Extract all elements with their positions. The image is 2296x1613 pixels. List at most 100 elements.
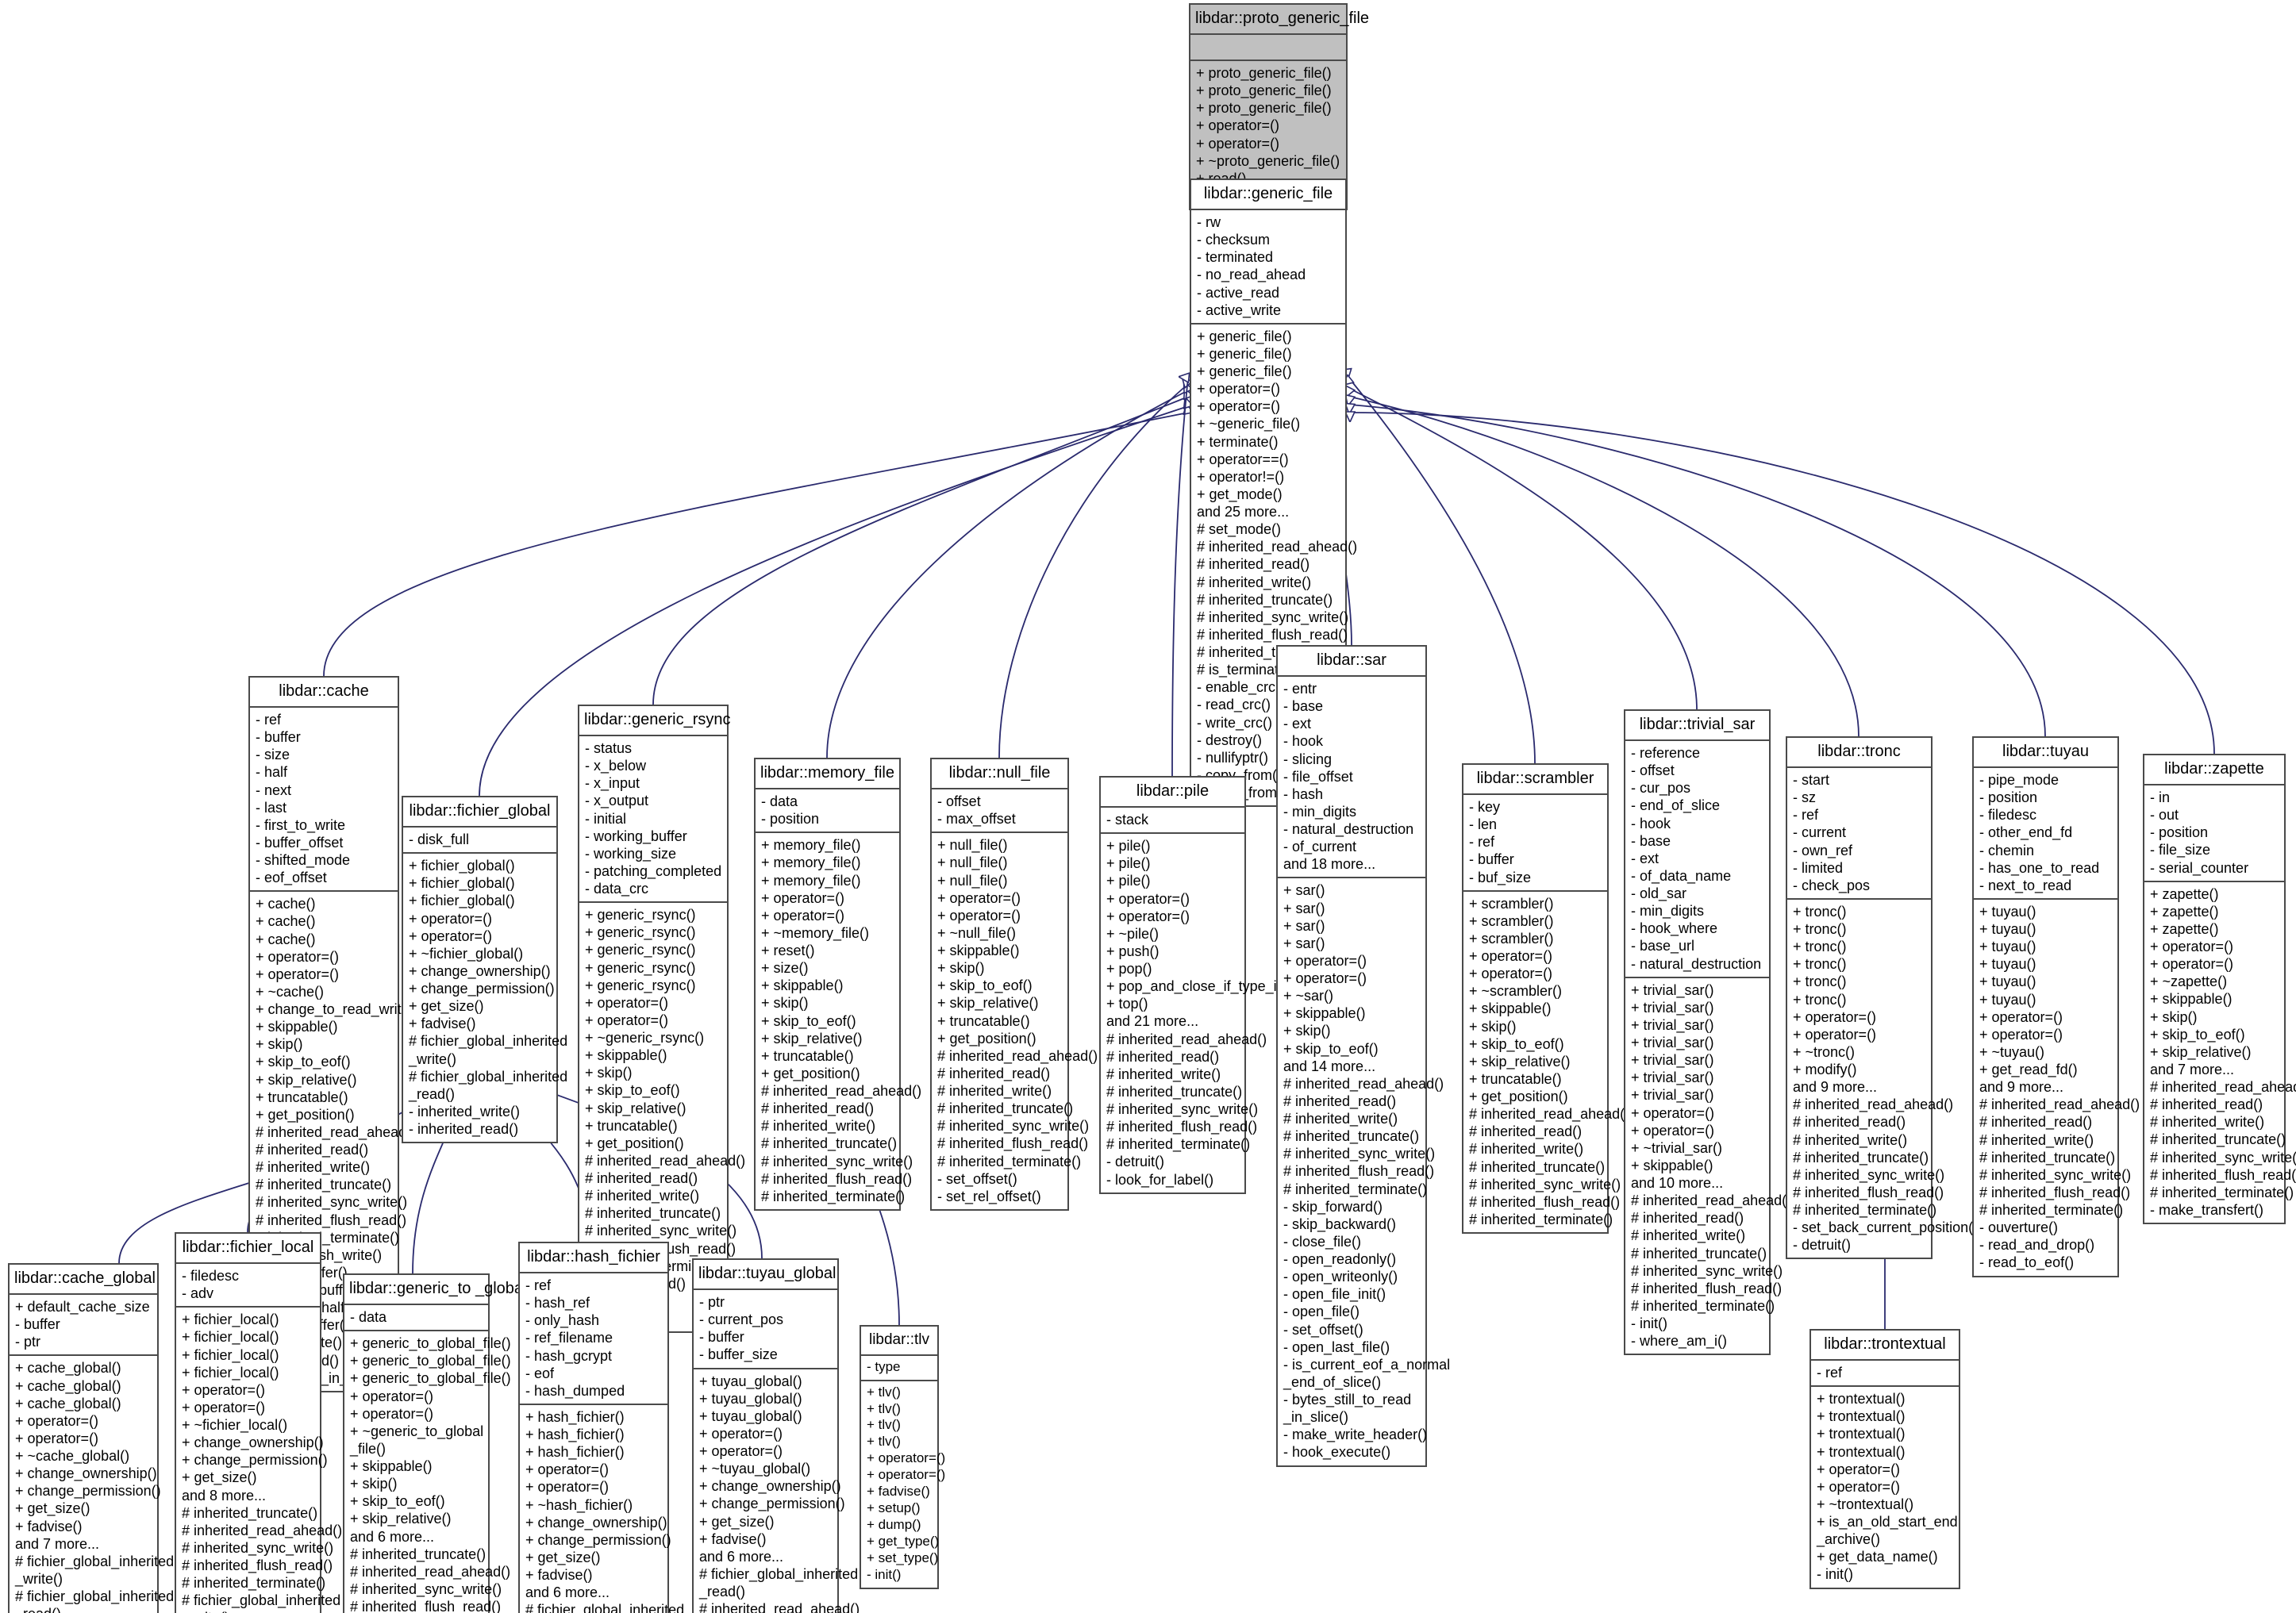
class-method: # fichier_global_inherited _write() bbox=[182, 1592, 341, 1613]
class-method: + operator=() bbox=[409, 910, 493, 927]
class-method: + ~generic_rsync() bbox=[585, 1030, 705, 1046]
class-method: + ~fichier_local() bbox=[182, 1417, 288, 1433]
class-method: + get_size() bbox=[409, 998, 484, 1015]
class-attribute: - patching_completed bbox=[585, 862, 722, 879]
class-node-title: libdar::generic_to _global_file bbox=[344, 1275, 556, 1305]
class-node-null_file[interactable]: libdar::null_file - offset - max_offset + n… bbox=[930, 758, 1098, 1211]
class-method: - make_write_header() bbox=[1283, 1427, 1428, 1443]
class-node-trivial_sar[interactable]: libdar::trivial_sar - reference - offset - … bbox=[1624, 709, 1791, 1356]
class-attribute: - natural_destruction bbox=[1631, 955, 1762, 972]
class-method: + operator=() bbox=[1817, 1461, 1901, 1477]
class-node-attributes: - reference - offset - cur_pos - end_of_sli… bbox=[1625, 741, 1769, 978]
class-method: - open_readonly() bbox=[1283, 1251, 1397, 1267]
class-method: # inherited_flush_read() bbox=[350, 1599, 502, 1613]
class-node-title: libdar::tronc bbox=[1787, 738, 1931, 768]
class-node-title: libdar::memory_file bbox=[756, 759, 899, 789]
class-node-generic_rsync[interactable]: libdar::generic_rsync - status - x_below - … bbox=[578, 705, 745, 1334]
class-method: + tuyau() bbox=[1979, 903, 2036, 920]
class-method: # inherited_sync_write() bbox=[761, 1153, 913, 1169]
class-method: # fichier_global_inherited _read() bbox=[409, 1068, 568, 1102]
class-node-methods: + tlv() + tlv() + tlv() + tlv() + operator=(… bbox=[861, 1381, 945, 1588]
class-method: + zapette() bbox=[2150, 920, 2219, 937]
class-method: + cache_global() bbox=[15, 1377, 121, 1394]
class-attribute: - next bbox=[256, 782, 292, 798]
class-attribute: - active_write bbox=[1197, 301, 1282, 318]
class-method: + skip_relative() bbox=[350, 1511, 452, 1527]
class-method: # inherited_flush_read() bbox=[256, 1212, 407, 1228]
class-node-methods: + scrambler() + scrambler() + scrambler() +… bbox=[1463, 892, 1630, 1232]
class-node-attributes: - ref - hash_ref - only_hash - ref_filename… bbox=[520, 1273, 667, 1405]
class-attribute: - hash_gcrypt bbox=[525, 1347, 613, 1364]
class-node-attributes: - ref - buffer - size - half - next - last - f… bbox=[250, 708, 398, 893]
class-method: + skip() bbox=[1469, 1018, 1517, 1035]
class-node-fichier_local[interactable]: libdar::fichier_local - filedesc - adv + fi… bbox=[175, 1232, 342, 1613]
class-attribute: - of_data_name bbox=[1631, 867, 1732, 884]
class-method: # inherited_sync_write() bbox=[1106, 1101, 1259, 1117]
class-node-pile[interactable]: libdar::pile - stack + pile() + pile() + pil… bbox=[1099, 776, 1294, 1194]
class-node-generic_to_global_file[interactable]: libdar::generic_to _global_file - data + g… bbox=[343, 1273, 556, 1613]
class-method: - detruit() bbox=[1106, 1154, 1165, 1170]
class-method: # inherited_truncate() bbox=[937, 1100, 1074, 1117]
class-method: # inherited_sync_write() bbox=[2150, 1149, 2296, 1166]
class-method: # inherited_sync_write() bbox=[1283, 1146, 1436, 1162]
class-node-zapette[interactable]: libdar::zapette - in - out - position - file… bbox=[2143, 754, 2296, 1224]
class-method: + generic_to_global_file() bbox=[350, 1335, 511, 1352]
class-attribute: - first_to_write bbox=[256, 816, 346, 833]
class-node-tronc[interactable]: libdar::tronc - start - sz - ref - current - … bbox=[1786, 736, 1979, 1260]
class-node-methods: + tronc() + tronc() + tronc() + tronc() + tr… bbox=[1787, 900, 1979, 1258]
class-node-sar[interactable]: libdar::sar - entr - base - ext - hook - slic… bbox=[1276, 645, 1450, 1467]
class-method: - make_transfert() bbox=[2150, 1201, 2264, 1218]
class-method: + skippable() bbox=[1469, 1000, 1552, 1017]
class-attribute: - serial_counter bbox=[2150, 859, 2249, 876]
class-method: + cache_global() bbox=[15, 1360, 121, 1377]
class-method: - close_file() bbox=[1283, 1233, 1362, 1250]
class-method: + get_type() bbox=[867, 1533, 940, 1549]
class-method: - skip_forward() bbox=[1283, 1198, 1383, 1215]
class-method: + skip_relative() bbox=[937, 995, 1039, 1012]
class-method: + skippable() bbox=[1631, 1157, 1713, 1173]
class-method: + skippable() bbox=[761, 977, 844, 994]
class-method: + trivial_sar() bbox=[1631, 1070, 1714, 1086]
class-method: + ~hash_fichier() bbox=[525, 1496, 633, 1513]
class-node-attributes: - status - x_below - x_input - x_output - in… bbox=[579, 736, 727, 904]
class-attribute: - file_size bbox=[2150, 842, 2211, 858]
class-method: + truncatable() bbox=[937, 1012, 1030, 1029]
class-method: # inherited_write() bbox=[761, 1118, 876, 1135]
class-method: - look_for_label() bbox=[1106, 1171, 1214, 1188]
class-method: + generic_file() bbox=[1197, 345, 1292, 362]
class-method: + operator=() bbox=[256, 948, 340, 965]
class-method: + get_position() bbox=[585, 1135, 684, 1151]
class-method: + null_file() bbox=[937, 855, 1008, 871]
class-node-attributes: - pipe_mode - position - filedesc - other_e… bbox=[1974, 768, 2117, 900]
class-method: + pop() bbox=[1106, 961, 1152, 977]
class-method: + fadvise() bbox=[699, 1530, 767, 1547]
class-method: + operator=() bbox=[350, 1388, 434, 1404]
class-node-methods: + sar() + sar() + sar() + sar() + operator=(… bbox=[1278, 878, 1450, 1465]
class-node-memory_file[interactable]: libdar::memory_file - data - position + mem… bbox=[754, 758, 921, 1211]
class-method: + get_position() bbox=[937, 1030, 1036, 1047]
class-node-title: libdar::zapette bbox=[2144, 755, 2284, 785]
class-node-hash_fichier[interactable]: libdar::hash_fichier - ref - hash_ref - onl… bbox=[518, 1242, 684, 1613]
class-method: - set_back_current_position() bbox=[1793, 1219, 1979, 1236]
class-method: and 6 more... bbox=[525, 1584, 610, 1601]
class-method: # inherited_sync_write() bbox=[1197, 609, 1349, 625]
class-method: + ~tronc() bbox=[1793, 1043, 1856, 1060]
class-method: + change_permission() bbox=[525, 1531, 671, 1548]
class-method: # inherited_terminate() bbox=[761, 1188, 906, 1204]
class-method: + operator=() bbox=[1979, 1026, 2063, 1043]
class-method: + operator=() bbox=[2150, 956, 2234, 973]
class-node-scrambler[interactable]: libdar::scrambler - key - len - ref - buffer… bbox=[1462, 763, 1630, 1234]
class-node-tuyau_global[interactable]: libdar::tuyau_global - ptr - current_pos - … bbox=[692, 1258, 860, 1613]
class-node-tlv[interactable]: libdar::tlv - type + tlv() + tlv() + tlv() + … bbox=[860, 1325, 945, 1589]
class-method: + trivial_sar() bbox=[1631, 1035, 1714, 1050]
class-node-fichier_global[interactable]: libdar::fichier_global - disk_full + fichi… bbox=[402, 796, 568, 1144]
class-node-tuyau[interactable]: libdar::tuyau - pipe_mode - position - file… bbox=[1972, 736, 2140, 1277]
class-node-cache_global[interactable]: libdar::cache_global + default_cache_size… bbox=[8, 1263, 174, 1613]
class-method: + operator=() bbox=[699, 1425, 783, 1442]
class-method: and 6 more... bbox=[699, 1548, 784, 1565]
class-method: + skip() bbox=[1283, 1023, 1331, 1039]
class-method: # inherited_read_ahead() bbox=[1793, 1096, 1954, 1113]
class-node-trontextual[interactable]: libdar::trontextual - ref + trontextual() +… bbox=[1809, 1329, 1960, 1589]
class-method: # inherited_read_ahead() bbox=[1469, 1106, 1630, 1123]
class-method: + operator=() bbox=[1793, 1026, 1877, 1043]
